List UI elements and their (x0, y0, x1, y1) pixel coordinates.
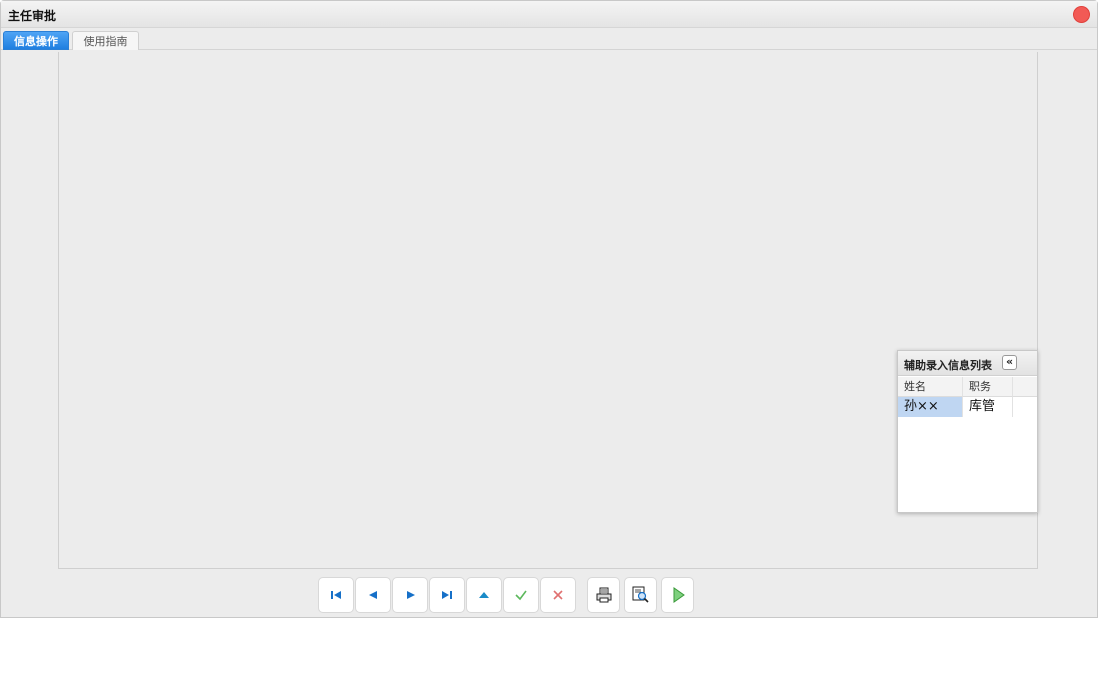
tab-user-guide[interactable]: 使用指南 (72, 31, 139, 50)
cancel-button[interactable] (540, 577, 576, 613)
print-preview-button[interactable] (624, 577, 657, 613)
column-header-position[interactable]: 职务 (963, 377, 1013, 397)
column-header-filler (1013, 377, 1037, 397)
printer-icon (596, 587, 612, 603)
check-icon (515, 590, 527, 601)
column-header-name[interactable]: 姓名 (898, 377, 963, 397)
main-content-area (58, 52, 1038, 569)
run-button[interactable] (661, 577, 694, 613)
print-preview-icon (632, 586, 649, 603)
close-icon[interactable] (1073, 6, 1090, 23)
up-button[interactable] (466, 577, 502, 613)
aux-panel-header: 辅助录入信息列表 « (898, 351, 1037, 376)
next-record-button[interactable] (392, 577, 428, 613)
tab-info-operation[interactable]: 信息操作 (3, 31, 69, 50)
up-icon (479, 592, 489, 598)
cell-position[interactable]: 库管 (963, 397, 1013, 417)
aux-panel-title: 辅助录入信息列表 (904, 359, 992, 372)
print-button[interactable] (587, 577, 620, 613)
first-icon (331, 591, 341, 599)
play-icon (673, 587, 685, 603)
cell-filler (1013, 397, 1037, 417)
next-icon (407, 591, 415, 599)
first-record-button[interactable] (318, 577, 354, 613)
x-icon (553, 590, 563, 600)
window-title: 主任审批 (8, 9, 57, 23)
confirm-button[interactable] (503, 577, 539, 613)
approval-window: 主任审批 信息操作 使用指南 辅助录入信息列表 « 姓名 职务 孙×× 库管 (0, 0, 1098, 618)
prev-record-button[interactable] (355, 577, 391, 613)
title-bar: 主任审批 (1, 1, 1097, 28)
last-record-button[interactable] (429, 577, 465, 613)
collapse-icon[interactable]: « (1002, 355, 1017, 370)
prev-icon (369, 591, 377, 599)
last-icon (442, 591, 452, 599)
cell-name[interactable]: 孙×× (898, 397, 963, 417)
aux-input-list-panel: 辅助录入信息列表 « 姓名 职务 孙×× 库管 (897, 350, 1038, 513)
tab-bar: 信息操作 使用指南 (1, 29, 1097, 50)
